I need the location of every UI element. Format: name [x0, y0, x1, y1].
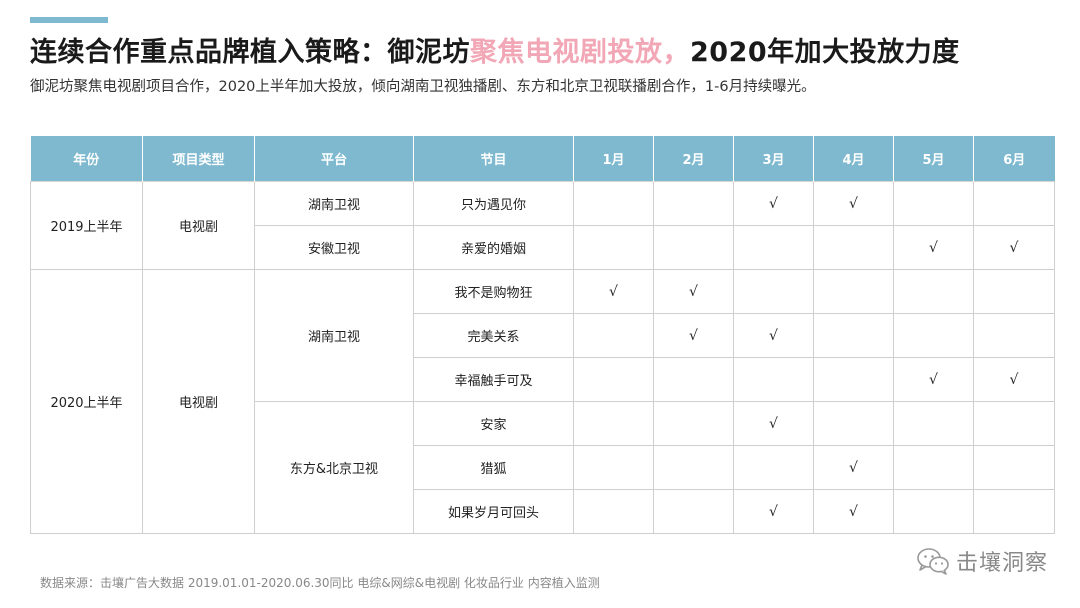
- year-cell: 2020上半年: [30, 269, 143, 534]
- month-cell: [893, 181, 974, 226]
- program-cell: 幸福触手可及: [413, 357, 574, 402]
- platform-cell: 湖南卫视: [254, 181, 414, 226]
- month-cell: [653, 489, 734, 534]
- month-cell: √: [653, 269, 734, 314]
- month-cell: [573, 401, 654, 446]
- month-cell: [973, 401, 1055, 446]
- month-cell: [893, 401, 974, 446]
- platform-cell: 安徽卫视: [254, 225, 414, 270]
- month-cell: [653, 445, 734, 490]
- month-cell: √: [813, 445, 894, 490]
- type-cell: 电视剧: [142, 181, 255, 270]
- page-title: 连续合作重点品牌植入策略：御泥坊聚焦电视剧投放，2020年加大投放力度: [30, 30, 1060, 69]
- brand-name: 击壤洞察: [955, 551, 1048, 576]
- table-row: 2020上半年 电视剧 湖南卫视 我不是购物狂 √ √: [30, 269, 1055, 534]
- month-cell: [813, 313, 894, 358]
- header-month-2: 2月: [653, 136, 734, 182]
- month-cell: [733, 357, 814, 402]
- header-program: 节目: [413, 136, 574, 182]
- month-cell: [893, 445, 974, 490]
- month-cell: √: [653, 313, 734, 358]
- month-cell: [973, 445, 1055, 490]
- data-source-note: 数据来源：击壤广告大数据 2019.01.01-2020.06.30同比 电综&…: [40, 576, 600, 590]
- header-month-6: 6月: [973, 136, 1055, 182]
- title-highlight: 聚焦电视剧投放，: [470, 37, 690, 68]
- brand-watermark: 击壤洞察: [916, 546, 1048, 576]
- title-part2: 2020年加大投放力度: [690, 37, 960, 68]
- table-header-row: 年份 项目类型 平台 节目 1月 2月 3月 4月 5月 6月: [30, 136, 1055, 182]
- program-cell: 我不是购物狂: [413, 269, 574, 314]
- program-cell: 猎狐: [413, 445, 574, 490]
- month-cell: √: [733, 401, 814, 446]
- month-cell: [573, 181, 654, 226]
- title-accent-bar: [30, 17, 108, 23]
- month-cell: [733, 225, 814, 270]
- month-cell: [573, 445, 654, 490]
- month-cell: √: [573, 269, 654, 314]
- month-cell: [573, 313, 654, 358]
- month-cell: [973, 489, 1055, 534]
- placement-table: 年份 项目类型 平台 节目 1月 2月 3月 4月 5月 6月 2019上半年 …: [30, 136, 1055, 534]
- month-cell: √: [733, 181, 814, 226]
- platform-cell: 湖南卫视: [254, 269, 414, 402]
- program-cell: 完美关系: [413, 313, 574, 358]
- header-year: 年份: [30, 136, 143, 182]
- month-cell: √: [973, 357, 1055, 402]
- month-cell: [573, 357, 654, 402]
- month-cell: [653, 181, 734, 226]
- year-cell: 2019上半年: [30, 181, 143, 270]
- header-month-5: 5月: [893, 136, 974, 182]
- month-cell: [893, 489, 974, 534]
- month-cell: √: [733, 313, 814, 358]
- month-cell: √: [893, 225, 974, 270]
- month-cell: [733, 269, 814, 314]
- month-cell: √: [813, 489, 894, 534]
- month-cell: [893, 269, 974, 314]
- month-cell: [733, 445, 814, 490]
- type-cell: 电视剧: [142, 269, 255, 534]
- wechat-icon: [917, 548, 949, 575]
- month-cell: √: [733, 489, 814, 534]
- header-month-3: 3月: [733, 136, 814, 182]
- program-cell: 如果岁月可回头: [413, 489, 574, 534]
- month-cell: [973, 181, 1055, 226]
- page-subtitle: 御泥坊聚焦电视剧项目合作，2020上半年加大投放，倾向湖南卫视独播剧、东方和北京…: [30, 79, 816, 95]
- month-cell: [573, 489, 654, 534]
- month-cell: [813, 357, 894, 402]
- month-cell: [813, 401, 894, 446]
- header-type: 项目类型: [142, 136, 255, 182]
- month-cell: [893, 313, 974, 358]
- month-cell: [973, 269, 1055, 314]
- month-cell: √: [813, 181, 894, 226]
- header-month-1: 1月: [573, 136, 654, 182]
- month-cell: [573, 225, 654, 270]
- program-cell: 安家: [413, 401, 574, 446]
- header-platform: 平台: [254, 136, 414, 182]
- title-part1: 连续合作重点品牌植入策略：御泥坊: [30, 37, 470, 68]
- month-cell: [973, 313, 1055, 358]
- month-cell: [813, 269, 894, 314]
- month-cell: [653, 357, 734, 402]
- month-cell: [653, 225, 734, 270]
- program-cell: 只为遇见你: [413, 181, 574, 226]
- month-cell: √: [893, 357, 974, 402]
- platform-cell: 东方&北京卫视: [254, 401, 414, 534]
- header-month-4: 4月: [813, 136, 894, 182]
- month-cell: √: [973, 225, 1055, 270]
- program-cell: 亲爱的婚姻: [413, 225, 574, 270]
- table-row: 2019上半年 电视剧 湖南卫视 只为遇见你 √ √: [30, 181, 1055, 270]
- month-cell: [813, 225, 894, 270]
- month-cell: [653, 401, 734, 446]
